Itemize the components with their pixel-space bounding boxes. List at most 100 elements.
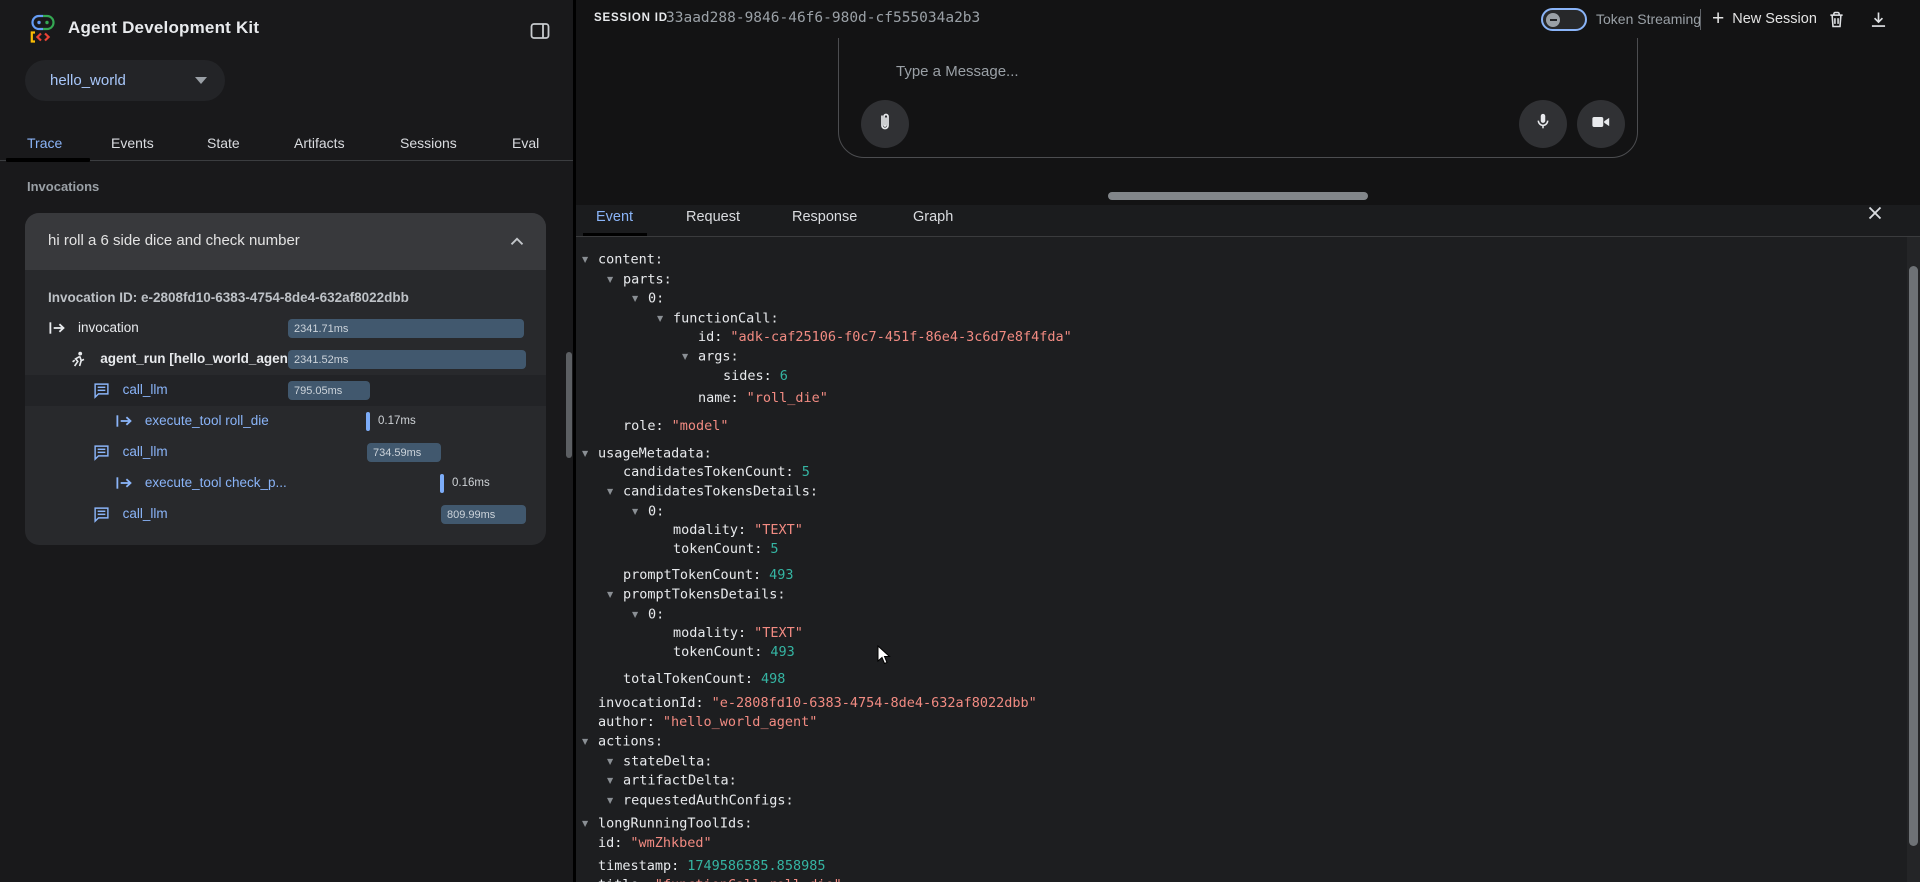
trace-span-row[interactable]: agent_run [hello_world_agent]2341.52ms — [25, 344, 546, 375]
tree-key: modality: — [673, 625, 746, 641]
trace-span-list: invocation2341.71msagent_run [hello_worl… — [25, 313, 546, 530]
tree-row: ▼actions: — [576, 732, 1896, 752]
tree-collapse-icon[interactable]: ▼ — [632, 605, 648, 624]
agent-select-dropdown[interactable]: hello_world — [25, 60, 225, 101]
tree-value: 493 — [769, 567, 793, 583]
trace-span-row[interactable]: call_llm 809.99ms — [25, 499, 546, 530]
tree-key: sides: — [723, 368, 772, 384]
detail-tab-event[interactable]: Event — [596, 209, 633, 225]
tree-row: ▼0: — [576, 289, 1896, 309]
attach-file-button[interactable] — [861, 100, 909, 148]
token-streaming-label: Token Streaming — [1596, 11, 1701, 27]
videocam-icon — [1591, 113, 1611, 136]
span-duration-bar: 734.59ms — [367, 443, 441, 462]
tree-collapse-icon[interactable]: ▼ — [582, 444, 598, 463]
tree-row: timestamp:1749586585.858985 — [576, 857, 1896, 876]
tree-collapse-icon[interactable]: ▼ — [582, 732, 598, 751]
tree-row: promptTokenCount: 493 — [576, 566, 1896, 585]
tree-key: 0: — [648, 606, 664, 622]
tree-row: ▼0: — [576, 502, 1896, 522]
sidebar-tab-events[interactable]: Events — [111, 135, 154, 151]
span-name: call_llm — [123, 506, 168, 521]
sidebar-tab-trace[interactable]: Trace — [27, 135, 62, 151]
tree-collapse-icon[interactable]: ▼ — [607, 270, 623, 289]
span-name: execute_tool check_p... — [145, 475, 287, 490]
tree-key: promptTokenCount: — [623, 567, 761, 583]
detail-tab-graph[interactable]: Graph — [913, 209, 953, 225]
tree-value: 498 — [761, 671, 785, 687]
token-streaming-toggle[interactable] — [1541, 8, 1587, 31]
tree-collapse-icon[interactable]: ▼ — [657, 309, 673, 328]
tree-collapse-icon[interactable]: ▼ — [607, 585, 623, 604]
mic-icon — [1534, 112, 1552, 137]
trace-span-row[interactable]: call_llm795.05ms — [25, 375, 546, 406]
tree-key: parts: — [623, 271, 672, 287]
tree-collapse-icon[interactable]: ▼ — [582, 250, 598, 269]
tree-collapse-icon[interactable]: ▼ — [607, 791, 623, 810]
sidebar-tab-eval[interactable]: Eval — [512, 135, 539, 151]
export-session-icon[interactable] — [1868, 9, 1889, 30]
adk-logo-icon — [26, 12, 60, 49]
tree-collapse-icon[interactable]: ▼ — [607, 752, 623, 771]
tree-value: 5 — [802, 464, 810, 480]
span-duration: 0.17ms — [378, 415, 416, 427]
new-session-button[interactable]: + New Session — [1712, 9, 1817, 29]
chevron-up-icon[interactable] — [506, 231, 528, 253]
trace-span-row[interactable]: call_llm734.59ms — [25, 437, 546, 468]
invocation-card: hi roll a 6 side dice and check number I… — [25, 213, 546, 545]
detail-tab-request[interactable]: Request — [686, 209, 740, 225]
microphone-button[interactable] — [1519, 100, 1567, 148]
close-icon[interactable] — [1864, 202, 1890, 228]
tree-value: 5 — [770, 541, 778, 557]
enter-arrow-icon — [115, 475, 133, 492]
sidebar-scrollbar[interactable] — [566, 352, 572, 458]
span-name: call_llm — [123, 382, 168, 397]
message-input[interactable]: Type a Message... — [896, 63, 1019, 80]
session-topbar: SESSION ID 33aad288-9846-46f6-980d-cf555… — [576, 0, 1920, 38]
span-duration-bar: 809.99ms — [441, 505, 526, 524]
tree-collapse-icon[interactable]: ▼ — [607, 771, 623, 790]
tree-key: name: — [698, 390, 739, 406]
collapse-panel-icon[interactable] — [528, 19, 552, 43]
app-window: Agent Development Kit hello_world TraceE… — [0, 0, 1920, 882]
detail-tab-response[interactable]: Response — [792, 209, 857, 225]
tree-collapse-icon[interactable]: ▼ — [582, 814, 598, 833]
tree-row: ▼0: — [576, 605, 1896, 625]
tree-collapse-icon[interactable]: ▼ — [632, 502, 648, 521]
sidebar-tab-sessions[interactable]: Sessions — [400, 135, 457, 151]
agent-run-icon — [70, 351, 88, 368]
span-duration: 0.16ms — [452, 477, 490, 489]
tree-value: "TEXT" — [754, 522, 803, 538]
tree-key: invocationId: — [598, 695, 704, 711]
invocation-card-header[interactable]: hi roll a 6 side dice and check number — [25, 213, 546, 270]
chat-icon — [93, 506, 111, 523]
tree-collapse-icon[interactable]: ▼ — [682, 347, 698, 366]
sidebar: Agent Development Kit hello_world TraceE… — [0, 0, 573, 882]
tree-value: "wmZhkbed" — [630, 835, 711, 851]
event-tree: ▼content:▼parts:▼0:▼functionCall:id:"adk… — [576, 250, 1896, 882]
trace-span-row[interactable]: invocation2341.71ms — [25, 313, 546, 344]
tree-collapse-icon[interactable]: ▼ — [632, 289, 648, 308]
sidebar-tab-state[interactable]: State — [207, 135, 240, 151]
tree-row: sides:6 — [576, 367, 1896, 386]
sidebar-tabs: Trace Events State Artifacts Sessions Eval — [0, 128, 573, 162]
trace-span-row[interactable]: execute_tool roll_die 0.17ms — [25, 406, 546, 437]
span-duration: 2341.52ms — [288, 354, 348, 366]
sidebar-tab-artifacts[interactable]: Artifacts — [294, 135, 345, 151]
enter-arrow-icon — [48, 320, 66, 337]
tree-collapse-icon[interactable]: ▼ — [607, 482, 623, 501]
tree-key: 0: — [648, 291, 664, 307]
trace-span-row[interactable]: execute_tool check_p... 0.16ms — [25, 468, 546, 499]
horizontal-scrollbar[interactable] — [1108, 192, 1368, 200]
tree-row: totalTokenCount:498 — [576, 670, 1896, 689]
tree-key: id: — [598, 835, 622, 851]
session-id-label: SESSION ID — [594, 12, 668, 24]
delete-session-icon[interactable] — [1826, 9, 1847, 30]
invocation-title: hi roll a 6 side dice and check number — [48, 232, 300, 249]
topbar-separator — [1700, 9, 1701, 30]
tree-value: "adk-caf25106-f0c7-451f-86e4-3c6d7e8f4fd… — [730, 329, 1071, 345]
video-camera-button[interactable] — [1577, 100, 1625, 148]
event-detail-panel: ▼content:▼parts:▼0:▼functionCall:id:"adk… — [576, 237, 1920, 882]
span-name: execute_tool roll_die — [145, 413, 269, 428]
vertical-scrollbar[interactable] — [1909, 266, 1918, 846]
